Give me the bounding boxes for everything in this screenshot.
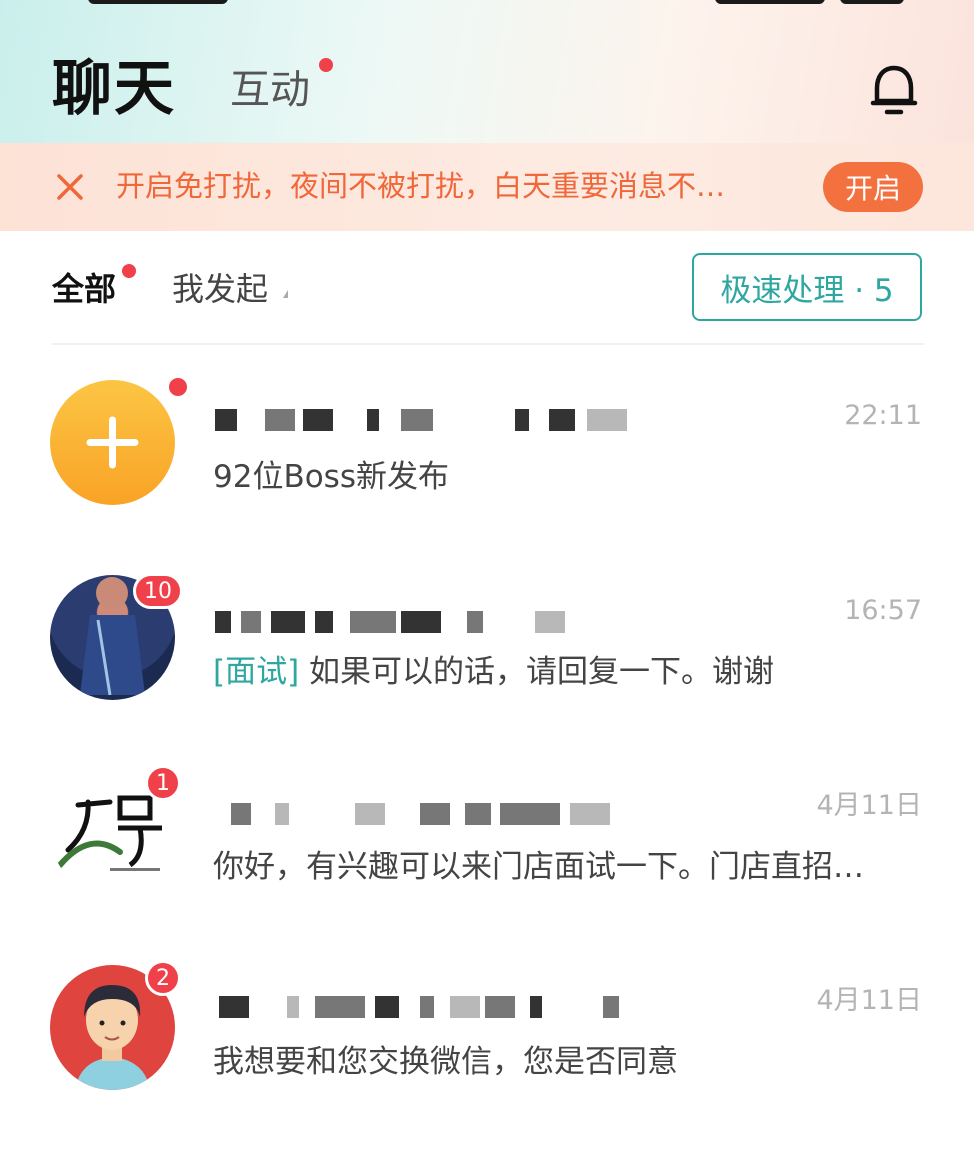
- filter-all[interactable]: 全部: [52, 266, 116, 312]
- contact-name-redacted: [215, 992, 645, 1022]
- battery-icon: [840, 0, 904, 4]
- banner-close-button[interactable]: [54, 171, 86, 203]
- chat-message: 92位Boss新发布: [213, 459, 449, 495]
- status-bar: [0, 0, 974, 6]
- tab-interact-unread-dot: [319, 58, 333, 72]
- chat-row[interactable]: 22:11 92位Boss新发布: [0, 375, 974, 565]
- contact-name-redacted: [215, 799, 645, 829]
- chat-row[interactable]: 2 4月11日 我想要和您交换微信，您是否同意: [0, 960, 974, 1150]
- chat-message: 我想要和您交换微信，您是否同意: [213, 1044, 678, 1080]
- close-icon: [57, 174, 83, 200]
- unread-badge: 2: [145, 960, 181, 996]
- enable-dnd-button[interactable]: 开启: [823, 162, 923, 212]
- unread-badge: 10: [133, 573, 183, 609]
- filter-all-unread-dot: [122, 264, 136, 278]
- chat-preview: 我想要和您交换微信，您是否同意: [213, 1040, 948, 1084]
- chat-row[interactable]: 10 16:57 [面试] 如果可以的话，请回复一下。谢谢: [0, 570, 974, 760]
- chat-time: 16:57: [844, 595, 922, 626]
- chat-message: 你好，有兴趣可以来门店面试一下。门店直招…: [213, 849, 864, 885]
- chat-preview: [面试] 如果可以的话，请回复一下。谢谢: [213, 650, 948, 694]
- status-time-icon: [88, 0, 228, 4]
- page-title[interactable]: 聊天: [52, 54, 176, 124]
- contact-name-redacted: [215, 405, 645, 435]
- chat-preview: 你好，有兴趣可以来门店面试一下。门店直招…: [213, 845, 948, 889]
- plus-icon: [86, 416, 139, 469]
- avatar: [50, 380, 175, 505]
- contact-name-redacted: [215, 607, 645, 637]
- tab-interact[interactable]: 互动: [230, 66, 310, 114]
- bell-icon: [870, 65, 918, 115]
- banner-text: 开启免打扰，夜间不被打扰，白天重要消息不…: [116, 169, 726, 203]
- unread-dot: [166, 375, 190, 399]
- quick-process-button[interactable]: 极速处理 · 5: [692, 253, 922, 321]
- filter-initiated-by-me[interactable]: 我发起: [172, 266, 268, 312]
- chat-time: 22:11: [844, 400, 922, 431]
- chat-message: 如果可以的话，请回复一下。谢谢: [299, 654, 775, 690]
- signal-icon: [715, 0, 825, 4]
- chat-time: 4月11日: [816, 985, 922, 1016]
- divider: [52, 343, 924, 345]
- chat-row[interactable]: 1 4月11日 你好，有兴趣可以来门店面试一下。门店直招…: [0, 765, 974, 955]
- chat-preview: 92位Boss新发布: [213, 455, 948, 499]
- dnd-banner: 开启免打扰，夜间不被打扰，白天重要消息不… 开启: [0, 143, 974, 231]
- unread-badge: 1: [145, 765, 181, 801]
- dropdown-caret-icon: [283, 290, 288, 298]
- chat-time: 4月11日: [816, 790, 922, 821]
- notification-button[interactable]: [866, 62, 922, 118]
- chat-tag: [面试]: [213, 654, 300, 690]
